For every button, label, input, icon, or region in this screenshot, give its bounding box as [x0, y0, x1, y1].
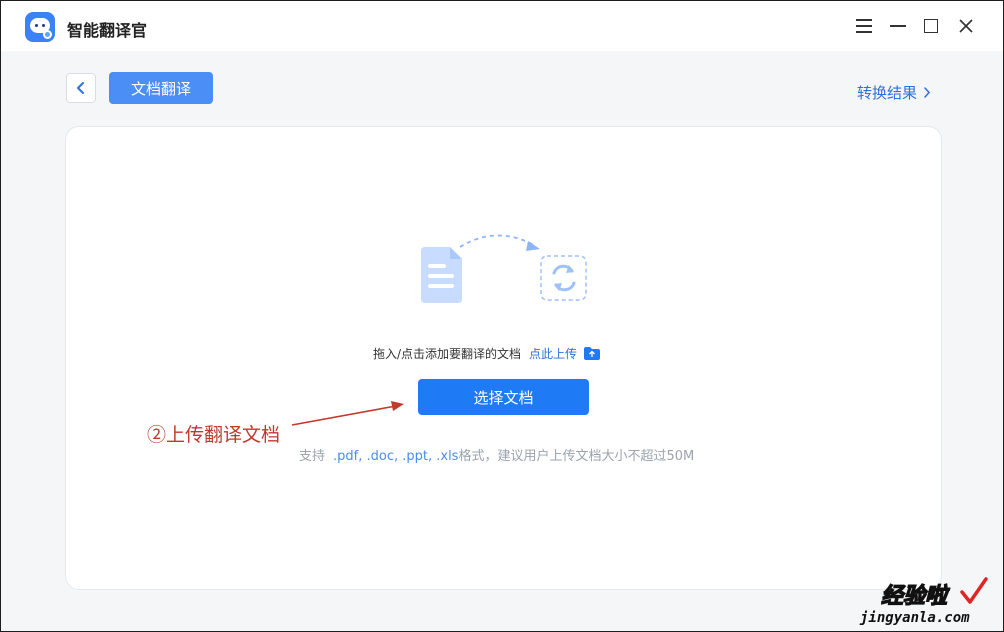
chevron-right-icon	[924, 87, 931, 98]
app-title: 智能翻译官	[67, 21, 148, 40]
watermark-check-icon	[960, 577, 988, 604]
supported-formats-note: 支持 .pdf, .doc, .ppt, .xls格式，建议用户上传文档大小不超过…	[299, 445, 694, 464]
app-logo-icon	[25, 12, 55, 42]
chevron-left-icon	[77, 82, 84, 94]
tab-document-translation[interactable]: 文档翻译	[109, 72, 213, 104]
document-convert-illustration	[421, 234, 587, 303]
conversion-results-link[interactable]: 转换结果	[857, 82, 931, 103]
watermark-url: jingyanla.com	[860, 610, 970, 626]
drop-hint: 拖入/点击添加要翻译的文档 点此上传	[373, 345, 601, 362]
annotation-label: ②上传翻译文档	[147, 424, 281, 446]
app-window: 智能翻译官 文档翻译 转换结果 拖入/点击添加要翻译的文档 点此上传 选择文档 …	[0, 0, 1004, 632]
watermark-title: 经验啦	[880, 582, 948, 609]
select-document-button[interactable]: 选择文档	[418, 379, 589, 415]
support-prefix: 支持	[299, 449, 326, 464]
close-icon[interactable]	[956, 16, 976, 36]
maximize-icon[interactable]	[921, 16, 941, 36]
support-suffix: 格式，建议用户上传文档大小不超过50M	[458, 449, 695, 464]
support-formats: .pdf, .doc, .ppt, .xls	[333, 449, 459, 464]
menu-icon[interactable]	[854, 16, 874, 36]
minimize-icon[interactable]	[888, 16, 908, 36]
drop-hint-text: 拖入/点击添加要翻译的文档	[373, 347, 522, 361]
back-button[interactable]	[66, 73, 96, 103]
folder-upload-icon[interactable]	[584, 347, 601, 360]
title-bar: 智能翻译官	[1, 1, 1003, 51]
upload-link[interactable]: 点此上传	[529, 345, 577, 362]
conversion-results-label: 转换结果	[857, 84, 918, 102]
